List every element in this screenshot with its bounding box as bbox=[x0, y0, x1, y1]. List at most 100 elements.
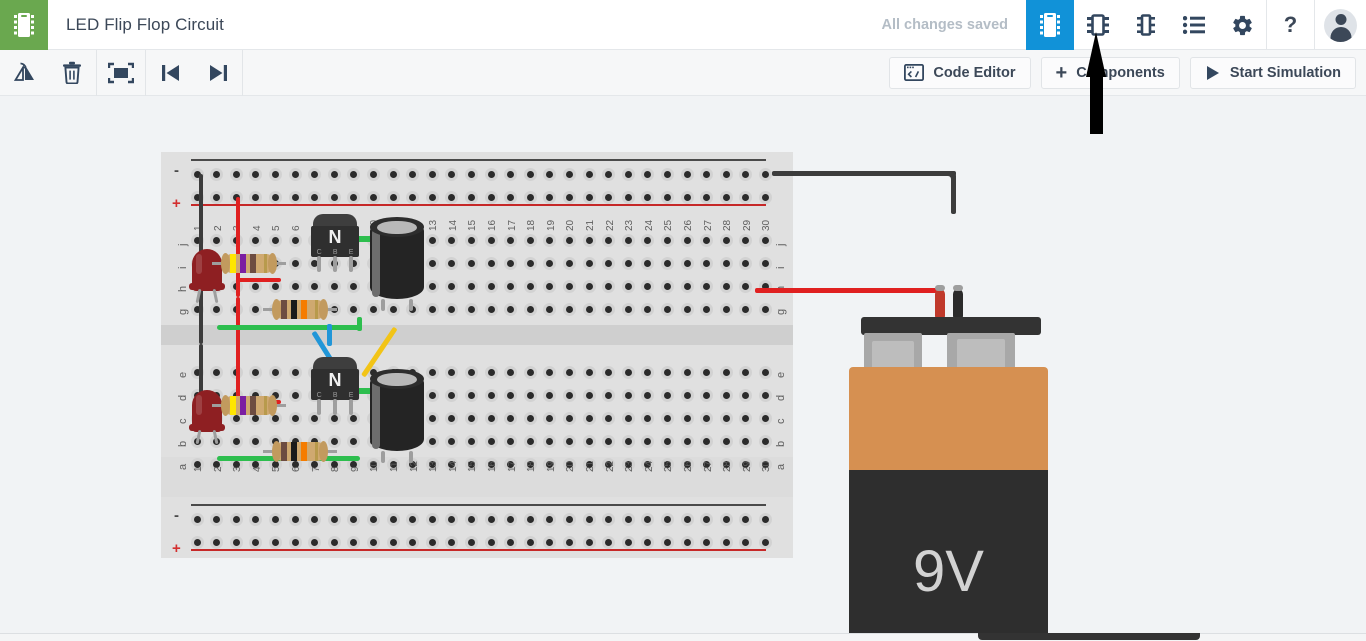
breadboard-hole[interactable] bbox=[605, 236, 613, 244]
breadboard-hole[interactable] bbox=[487, 259, 495, 267]
breadboard-hole[interactable] bbox=[624, 538, 632, 546]
breadboard-hole[interactable] bbox=[428, 538, 436, 546]
breadboard-hole[interactable] bbox=[585, 414, 593, 422]
breadboard-hole[interactable] bbox=[526, 414, 534, 422]
breadboard-hole[interactable] bbox=[605, 193, 613, 201]
breadboard-hole[interactable] bbox=[291, 170, 299, 178]
breadboard-hole[interactable] bbox=[448, 368, 456, 376]
breadboard-hole[interactable] bbox=[271, 193, 279, 201]
breadboard-hole[interactable] bbox=[742, 538, 750, 546]
breadboard-hole[interactable] bbox=[350, 193, 358, 201]
circuit-canvas[interactable]: - + 123456789101112131415161718192021222… bbox=[0, 96, 1366, 641]
breadboard-hole[interactable] bbox=[448, 437, 456, 445]
breadboard-hole[interactable] bbox=[761, 538, 769, 546]
breadboard-hole[interactable] bbox=[448, 193, 456, 201]
breadboard-hole[interactable] bbox=[291, 259, 299, 267]
breadboard-hole[interactable] bbox=[291, 515, 299, 523]
breadboard-hole[interactable] bbox=[644, 193, 652, 201]
breadboard-hole[interactable] bbox=[683, 391, 691, 399]
breadboard-hole[interactable] bbox=[330, 282, 338, 290]
breadboard-hole[interactable] bbox=[487, 305, 495, 313]
breadboard-hole[interactable] bbox=[428, 193, 436, 201]
breadboard-hole[interactable] bbox=[565, 259, 573, 267]
breadboard-hole[interactable] bbox=[428, 414, 436, 422]
breadboard-hole[interactable] bbox=[448, 170, 456, 178]
breadboard-hole[interactable] bbox=[703, 282, 711, 290]
breadboard-hole[interactable] bbox=[487, 368, 495, 376]
breadboard-hole[interactable] bbox=[232, 515, 240, 523]
breadboard-hole[interactable] bbox=[232, 538, 240, 546]
breadboard-hole[interactable] bbox=[644, 170, 652, 178]
breadboard-hole[interactable] bbox=[585, 368, 593, 376]
breadboard-hole[interactable] bbox=[683, 414, 691, 422]
breadboard-hole[interactable] bbox=[585, 193, 593, 201]
breadboard-hole[interactable] bbox=[644, 282, 652, 290]
breadboard-hole[interactable] bbox=[624, 368, 632, 376]
breadboard-hole[interactable] bbox=[487, 170, 495, 178]
breadboard-hole[interactable] bbox=[507, 368, 515, 376]
breadboard-hole[interactable] bbox=[252, 282, 260, 290]
breadboard-hole[interactable] bbox=[467, 368, 475, 376]
breadboard-hole[interactable] bbox=[683, 282, 691, 290]
breadboard-hole[interactable] bbox=[703, 391, 711, 399]
breadboard-hole[interactable] bbox=[252, 305, 260, 313]
transistor-bottom[interactable]: N C B E bbox=[311, 357, 359, 415]
breadboard-hole[interactable] bbox=[467, 170, 475, 178]
fit-to-screen-button[interactable] bbox=[97, 50, 145, 96]
breadboard-hole[interactable] bbox=[644, 368, 652, 376]
breadboard-hole[interactable] bbox=[330, 414, 338, 422]
breadboard-hole[interactable] bbox=[644, 437, 652, 445]
breadboard-hole[interactable] bbox=[271, 236, 279, 244]
breadboard-hole[interactable] bbox=[526, 236, 534, 244]
breadboard-hole[interactable] bbox=[605, 391, 613, 399]
breadboard-hole[interactable] bbox=[311, 193, 319, 201]
breadboard-hole[interactable] bbox=[683, 170, 691, 178]
breadboard-hole[interactable] bbox=[487, 538, 495, 546]
resistor-top-1[interactable] bbox=[212, 253, 286, 274]
breadboard-hole[interactable] bbox=[291, 282, 299, 290]
breadboard-hole[interactable] bbox=[291, 236, 299, 244]
breadboard-hole[interactable] bbox=[703, 437, 711, 445]
breadboard-hole[interactable] bbox=[742, 282, 750, 290]
breadboard-hole[interactable] bbox=[663, 368, 671, 376]
breadboard-hole[interactable] bbox=[565, 437, 573, 445]
breadboard-hole[interactable] bbox=[467, 538, 475, 546]
breadboard-hole[interactable] bbox=[213, 193, 221, 201]
breadboard-hole[interactable] bbox=[722, 437, 730, 445]
breadboard-hole[interactable] bbox=[585, 437, 593, 445]
breadboard-hole[interactable] bbox=[252, 414, 260, 422]
breadboard-hole[interactable] bbox=[291, 368, 299, 376]
breadboard-hole[interactable] bbox=[252, 515, 260, 523]
breadboard-hole[interactable] bbox=[742, 170, 750, 178]
breadboard-hole[interactable] bbox=[291, 391, 299, 399]
breadboard-hole[interactable] bbox=[311, 515, 319, 523]
breadboard-hole[interactable] bbox=[624, 437, 632, 445]
breadboard-hole[interactable] bbox=[409, 515, 417, 523]
breadboard-hole[interactable] bbox=[546, 414, 554, 422]
breadboard-hole[interactable] bbox=[409, 170, 417, 178]
capacitor-bottom[interactable] bbox=[370, 369, 424, 463]
breadboard-hole[interactable] bbox=[585, 305, 593, 313]
breadboard-hole[interactable] bbox=[487, 414, 495, 422]
taskbar-window-item[interactable] bbox=[978, 633, 1200, 640]
breadboard-hole[interactable] bbox=[703, 368, 711, 376]
breadboard-hole[interactable] bbox=[585, 170, 593, 178]
breadboard-hole[interactable] bbox=[624, 305, 632, 313]
wire-green-top-stub[interactable] bbox=[357, 317, 362, 331]
breadboard-hole[interactable] bbox=[507, 391, 515, 399]
breadboard-hole[interactable] bbox=[546, 236, 554, 244]
start-simulation-button[interactable]: Start Simulation bbox=[1189, 56, 1356, 89]
breadboard-hole[interactable] bbox=[232, 437, 240, 445]
breadboard-hole[interactable] bbox=[467, 236, 475, 244]
settings-icon[interactable] bbox=[1218, 0, 1266, 50]
breadboard-hole[interactable] bbox=[565, 414, 573, 422]
breadboard-hole[interactable] bbox=[722, 259, 730, 267]
breadboard-hole[interactable] bbox=[585, 282, 593, 290]
breadboard-hole[interactable] bbox=[271, 282, 279, 290]
breadboard-hole[interactable] bbox=[291, 538, 299, 546]
breadboard-hole[interactable] bbox=[663, 538, 671, 546]
breadboard-hole[interactable] bbox=[252, 437, 260, 445]
breadboard-hole[interactable] bbox=[703, 414, 711, 422]
breadboard-hole[interactable] bbox=[213, 305, 221, 313]
breadboard-hole[interactable] bbox=[663, 282, 671, 290]
